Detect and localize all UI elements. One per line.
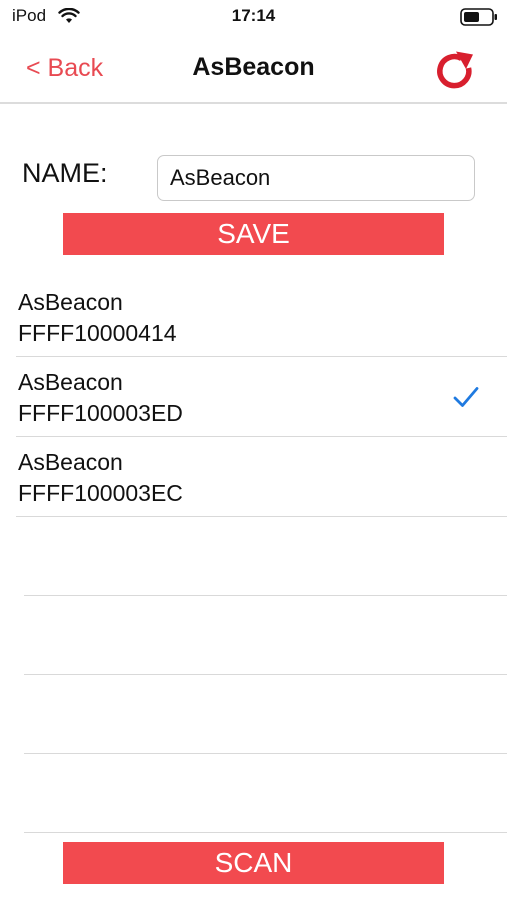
battery-icon — [460, 8, 497, 26]
device-list-item[interactable]: AsBeacon FFFF100003EC — [16, 437, 507, 517]
scan-button[interactable]: SCAN — [63, 842, 444, 884]
empty-list-row — [24, 517, 507, 596]
status-time: 17:14 — [231, 6, 276, 25]
device-list-item[interactable]: AsBeacon FFFF100003ED — [16, 357, 507, 437]
device-list: AsBeacon FFFF10000414 AsBeacon FFFF10000… — [0, 277, 507, 833]
name-label: NAME: — [22, 158, 108, 188]
device-name: AsBeacon — [18, 449, 123, 475]
device-id: FFFF100003EC — [18, 480, 183, 506]
status-bar: iPod 17:14 — [0, 0, 507, 34]
empty-list-row — [24, 675, 507, 754]
empty-list-row — [24, 754, 507, 833]
device-name: AsBeacon — [18, 369, 123, 395]
checkmark-icon — [453, 387, 479, 407]
device-list-item[interactable]: AsBeacon FFFF10000414 — [16, 277, 507, 357]
refresh-icon[interactable] — [432, 48, 478, 94]
screen: iPod 17:14 < Back AsBeacon NAME: SAVE As… — [0, 0, 507, 900]
empty-list-row — [24, 596, 507, 675]
name-field[interactable] — [157, 155, 475, 201]
device-id: FFFF10000414 — [18, 320, 177, 346]
save-button[interactable]: SAVE — [63, 213, 444, 255]
navigation-bar: < Back AsBeacon — [0, 34, 507, 104]
device-id: FFFF100003ED — [18, 400, 183, 426]
page-title: AsBeacon — [192, 53, 315, 81]
device-name: AsBeacon — [18, 289, 123, 315]
